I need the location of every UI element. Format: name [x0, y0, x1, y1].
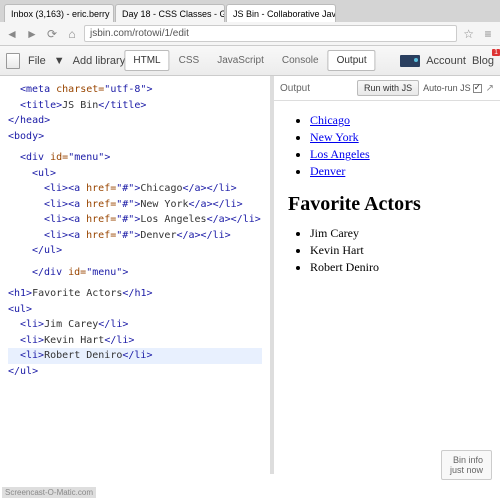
list-item: Los Angeles: [310, 147, 486, 162]
list-item: Robert Deniro: [310, 260, 486, 275]
jsbin-toolbar: File ▼ Add library Share HTML CSS JavaSc…: [0, 46, 500, 76]
file-dropdown-icon[interactable]: ▼: [54, 55, 65, 67]
list-item: Chicago: [310, 113, 486, 128]
reload-button[interactable]: ⟳: [44, 26, 60, 42]
add-library[interactable]: Add library: [73, 55, 126, 67]
bin-info-time: just now: [450, 465, 483, 475]
panel-css[interactable]: CSS: [170, 50, 209, 71]
close-icon[interactable]: ×: [113, 8, 114, 19]
preview-frame: Chicago New York Los Angeles Denver Favo…: [274, 101, 500, 299]
output-panel: Output Run with JS Auto-run JS ↗ Chicago…: [270, 76, 500, 474]
html-editor[interactable]: <meta charset="utf-8"> <title>JS Bin</ti…: [0, 76, 270, 474]
auto-run-toggle[interactable]: Auto-run JS: [423, 83, 482, 93]
panel-html[interactable]: HTML: [124, 50, 169, 71]
watermark: Screencast-O-Matic.com: [2, 487, 96, 498]
url-input[interactable]: jsbin.com/rotowi/1/edit: [84, 25, 457, 42]
address-bar: ◄ ► ⟳ ⌂ jsbin.com/rotowi/1/edit ☆ ≡: [0, 22, 500, 46]
list-item: Jim Carey: [310, 226, 486, 241]
actors-list: Jim Carey Kevin Hart Robert Deniro: [288, 226, 486, 275]
city-link[interactable]: Chicago: [310, 113, 350, 127]
browser-tabs: Inbox (3,163) - eric.berry× Day 18 - CSS…: [0, 0, 500, 22]
bin-info-box[interactable]: Bin info just now: [441, 450, 492, 480]
jsbin-logo-icon[interactable]: [400, 55, 420, 67]
home-button[interactable]: ⌂: [64, 26, 80, 42]
menu-icon[interactable]: ≡: [480, 26, 496, 42]
main-panels: <meta charset="utf-8"> <title>JS Bin</ti…: [0, 76, 500, 474]
city-link[interactable]: New York: [310, 130, 359, 144]
city-link[interactable]: Denver: [310, 164, 345, 178]
tab-jsbin[interactable]: JS Bin - Collaborative Jav×: [226, 4, 336, 22]
panel-js[interactable]: JavaScript: [208, 50, 273, 71]
panel-output[interactable]: Output: [328, 50, 376, 71]
list-item: Denver: [310, 164, 486, 179]
checkbox-icon[interactable]: [473, 84, 482, 93]
list-item: New York: [310, 130, 486, 145]
expand-icon[interactable]: ↗: [486, 83, 494, 94]
actors-heading: Favorite Actors: [288, 193, 486, 216]
output-title: Output: [280, 83, 310, 94]
blog-link[interactable]: Blog: [472, 55, 494, 67]
panel-console[interactable]: Console: [273, 50, 328, 71]
cities-list: Chicago New York Los Angeles Denver: [288, 113, 486, 179]
city-link[interactable]: Los Angeles: [310, 147, 370, 161]
bin-info-title: Bin info: [450, 455, 483, 465]
tab-day18[interactable]: Day 18 - CSS Classes - G×: [115, 4, 225, 22]
back-button[interactable]: ◄: [4, 26, 20, 42]
bookmark-icon[interactable]: ☆: [463, 27, 474, 41]
tab-inbox[interactable]: Inbox (3,163) - eric.berry×: [4, 4, 114, 22]
forward-button[interactable]: ►: [24, 26, 40, 42]
file-icon[interactable]: [6, 53, 20, 69]
run-with-js-button[interactable]: Run with JS: [357, 80, 419, 96]
list-item: Kevin Hart: [310, 243, 486, 258]
file-menu[interactable]: File: [28, 55, 46, 67]
account-link[interactable]: Account: [426, 55, 466, 67]
